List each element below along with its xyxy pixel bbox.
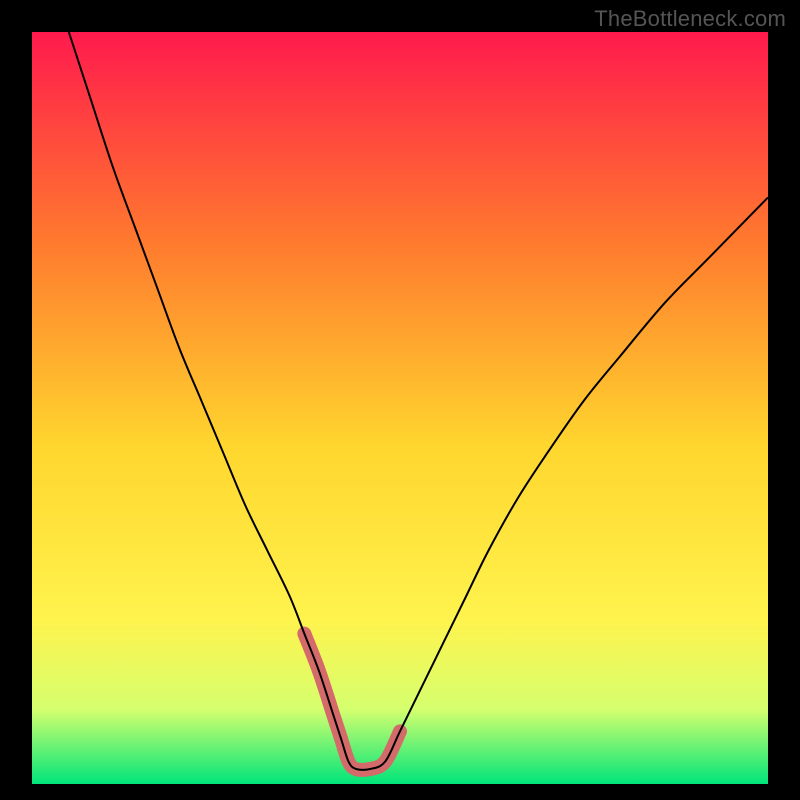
chart-stage: TheBottleneck.com (0, 0, 800, 800)
plot-area (32, 32, 768, 784)
gradient-background (32, 32, 768, 784)
watermark-text: TheBottleneck.com (594, 6, 786, 32)
bottleneck-chart (32, 32, 768, 784)
